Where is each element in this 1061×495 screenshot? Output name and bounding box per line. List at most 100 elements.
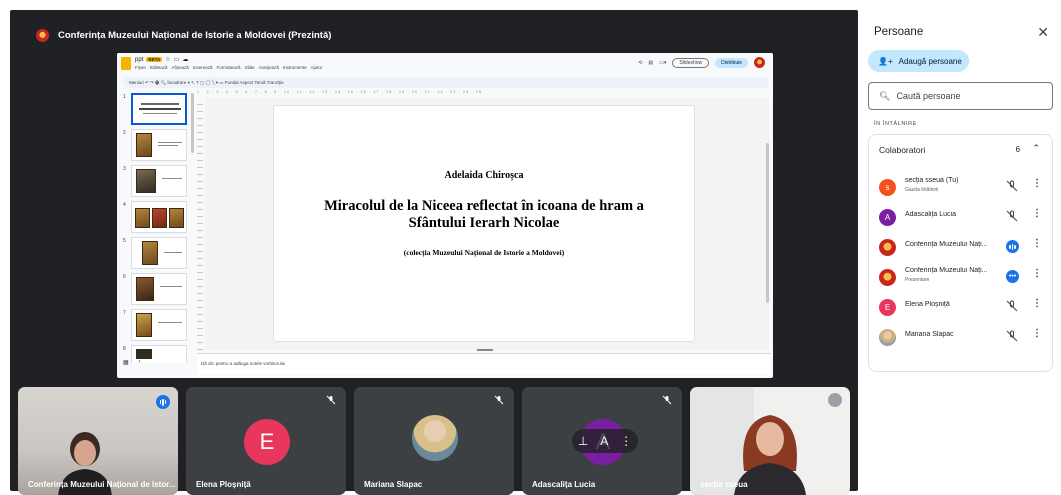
- speaker-notes[interactable]: Dă clic pentru a adăuga notele vorbitoru…: [197, 353, 771, 375]
- more-options-icon[interactable]: ⋮: [1032, 268, 1042, 279]
- mic-off-icon: [662, 395, 672, 405]
- thumbnail-row[interactable]: 3: [121, 165, 195, 199]
- vertical-ruler: [197, 98, 203, 354]
- participant-name: secția sseua (Tu): [905, 177, 959, 184]
- icon-image: [136, 169, 156, 193]
- shared-presentation[interactable]: ppt BETA ☆ ▭ ☁ Fișier Editează Afișează …: [117, 53, 773, 378]
- menu-view[interactable]: Afișează: [172, 65, 189, 70]
- menu-arrange[interactable]: Aranjează: [259, 65, 279, 70]
- slide-thumbnail[interactable]: [131, 165, 187, 197]
- more-options-icon[interactable]: ⋮: [1032, 328, 1042, 339]
- more-options-icon[interactable]: ⋮: [1032, 298, 1042, 309]
- icon-image: [142, 241, 158, 265]
- mic-off-icon: [494, 395, 504, 405]
- thumbnail-row[interactable]: 7: [121, 309, 195, 343]
- document-name[interactable]: ppt: [135, 57, 143, 63]
- menu-edit[interactable]: Editează: [150, 65, 168, 70]
- folder-icon[interactable]: ▭: [174, 56, 180, 63]
- participant-row[interactable]: E Elena Ploșniță ⋮: [869, 293, 1054, 323]
- crest-icon: [36, 28, 49, 42]
- search-icon: 🔍︎: [879, 90, 891, 101]
- participant-tile[interactable]: A ⊥ A ⋮ Adascalița Lucia: [522, 387, 682, 495]
- history-icon[interactable]: ⟲: [638, 60, 642, 66]
- thumbnail-number: 6: [123, 274, 126, 280]
- slide-thumbnail[interactable]: [131, 129, 187, 161]
- slide-author: Adelaida Chiroșca: [444, 170, 524, 181]
- comment-icon[interactable]: ▤: [648, 60, 653, 66]
- participant-tile[interactable]: Mariana Slapac: [354, 387, 514, 495]
- collapse-icon[interactable]: ‹: [139, 359, 141, 366]
- slide-thumbnail[interactable]: [131, 273, 187, 305]
- speaking-indicator-icon: [156, 395, 170, 409]
- thumbnail-row[interactable]: 1: [121, 93, 195, 127]
- menu-file[interactable]: Fișier: [135, 65, 146, 70]
- icon-image: [136, 133, 152, 157]
- more-options-icon[interactable]: ⋮: [1032, 238, 1042, 249]
- participant-name: Mariana Slapac: [905, 331, 954, 338]
- thumbnails-scrollbar[interactable]: [191, 93, 194, 153]
- menu-tools[interactable]: Instrumente: [283, 65, 307, 70]
- participant-photo: [879, 329, 896, 346]
- menu-insert[interactable]: Inserează: [193, 65, 213, 70]
- participant-tile[interactable]: E Elena Ploșniță: [186, 387, 346, 495]
- crest-avatar: [879, 239, 896, 256]
- beta-badge: BETA: [146, 57, 163, 62]
- participant-row[interactable]: s secția sseua (Tu) Gazda întâlnirii ⋮: [869, 173, 1054, 203]
- menu-format[interactable]: Formatează: [217, 65, 241, 70]
- mic-off-icon: [1006, 210, 1018, 222]
- thumbnail-number: 7: [123, 310, 126, 316]
- account-avatar[interactable]: [754, 57, 765, 68]
- participant-row[interactable]: Mariana Slapac ⋮: [869, 323, 1054, 353]
- participant-tile[interactable]: secția sseua: [690, 387, 850, 495]
- star-icon[interactable]: ☆: [165, 56, 170, 63]
- participant-avatar: E: [879, 299, 896, 316]
- mic-off-icon: [1006, 180, 1018, 192]
- participant-name: Conferința Muzeului Nați...: [905, 241, 988, 248]
- slide-thumbnail[interactable]: [131, 237, 187, 269]
- menu-slide[interactable]: Slide: [245, 65, 255, 70]
- presenting-icon: •••: [1006, 270, 1019, 283]
- grid-view-icon[interactable]: ▦: [123, 359, 129, 366]
- more-options-icon[interactable]: ⋮: [1032, 178, 1042, 189]
- more-options-icon[interactable]: ⋮: [1032, 208, 1042, 219]
- slides-toolbar[interactable]: Meniuri ↶ ↷ 🖶 🔍 Încadrare ▾ ↖ T ▢ ◯ ╲ ▾ …: [123, 77, 769, 88]
- add-people-label: Adaugă persoane: [898, 56, 962, 66]
- speaking-indicator-icon: [1006, 240, 1019, 253]
- chevron-up-icon[interactable]: ⌃: [1032, 143, 1040, 154]
- thumbnail-number: 4: [123, 202, 126, 208]
- slide-thumbnail[interactable]: [131, 309, 187, 341]
- mic-off-icon: [1006, 330, 1018, 342]
- participant-row[interactable]: Conferința Muzeului Nați... ⋮: [869, 233, 1054, 263]
- participant-avatar: E: [244, 419, 290, 465]
- more-options-icon[interactable]: ⋮: [620, 434, 632, 448]
- notes-resize-handle[interactable]: [477, 349, 493, 351]
- thumbnail-row[interactable]: 6: [121, 273, 195, 307]
- share-button[interactable]: Distribuie: [715, 57, 748, 68]
- thumbnail-row[interactable]: 5: [121, 237, 195, 271]
- participant-avatar: A: [879, 209, 896, 226]
- thumbnail-row[interactable]: 4: [121, 201, 195, 235]
- close-icon[interactable]: ✕: [1037, 24, 1049, 41]
- current-slide[interactable]: Adelaida Chiroșca Miracolul de la Niceea…: [274, 106, 694, 341]
- menu-help[interactable]: Ajutor: [311, 65, 323, 70]
- participant-tile[interactable]: Conferința Muzeului Național de Istor...: [18, 387, 178, 495]
- tile-hover-controls: ⊥ A ⋮: [572, 429, 638, 453]
- canvas-scrollbar[interactable]: [766, 143, 769, 303]
- slide-subtitle: (colecția Muzeului Național de Istorie a…: [403, 248, 565, 257]
- pin-icon[interactable]: ⊥: [578, 434, 588, 448]
- participant-name: Elena Ploșniță: [905, 301, 950, 308]
- add-people-button[interactable]: 👤+ Adaugă persoane: [868, 50, 969, 72]
- participant-row[interactable]: Conferința Muzeului Nați... Prezentare •…: [869, 263, 1054, 293]
- search-people-input[interactable]: 🔍︎ Caută persoane: [868, 82, 1053, 110]
- slideshow-button[interactable]: Slideshow: [672, 57, 710, 68]
- meeting-header: Conferința Muzeului Național de Istorie …: [36, 28, 331, 42]
- group-count: 6: [1015, 145, 1020, 154]
- add-person-icon: 👤+: [878, 56, 893, 66]
- thumbnail-number: 2: [123, 130, 126, 136]
- avatar-letter: A: [600, 434, 609, 448]
- thumbnail-row[interactable]: 2: [121, 129, 195, 163]
- slide-thumbnail[interactable]: [131, 93, 187, 125]
- participant-row[interactable]: A Adascalița Lucia ⋮: [869, 203, 1054, 233]
- slide-thumbnail[interactable]: [131, 201, 187, 233]
- camera-icon[interactable]: ▭▾: [659, 60, 666, 66]
